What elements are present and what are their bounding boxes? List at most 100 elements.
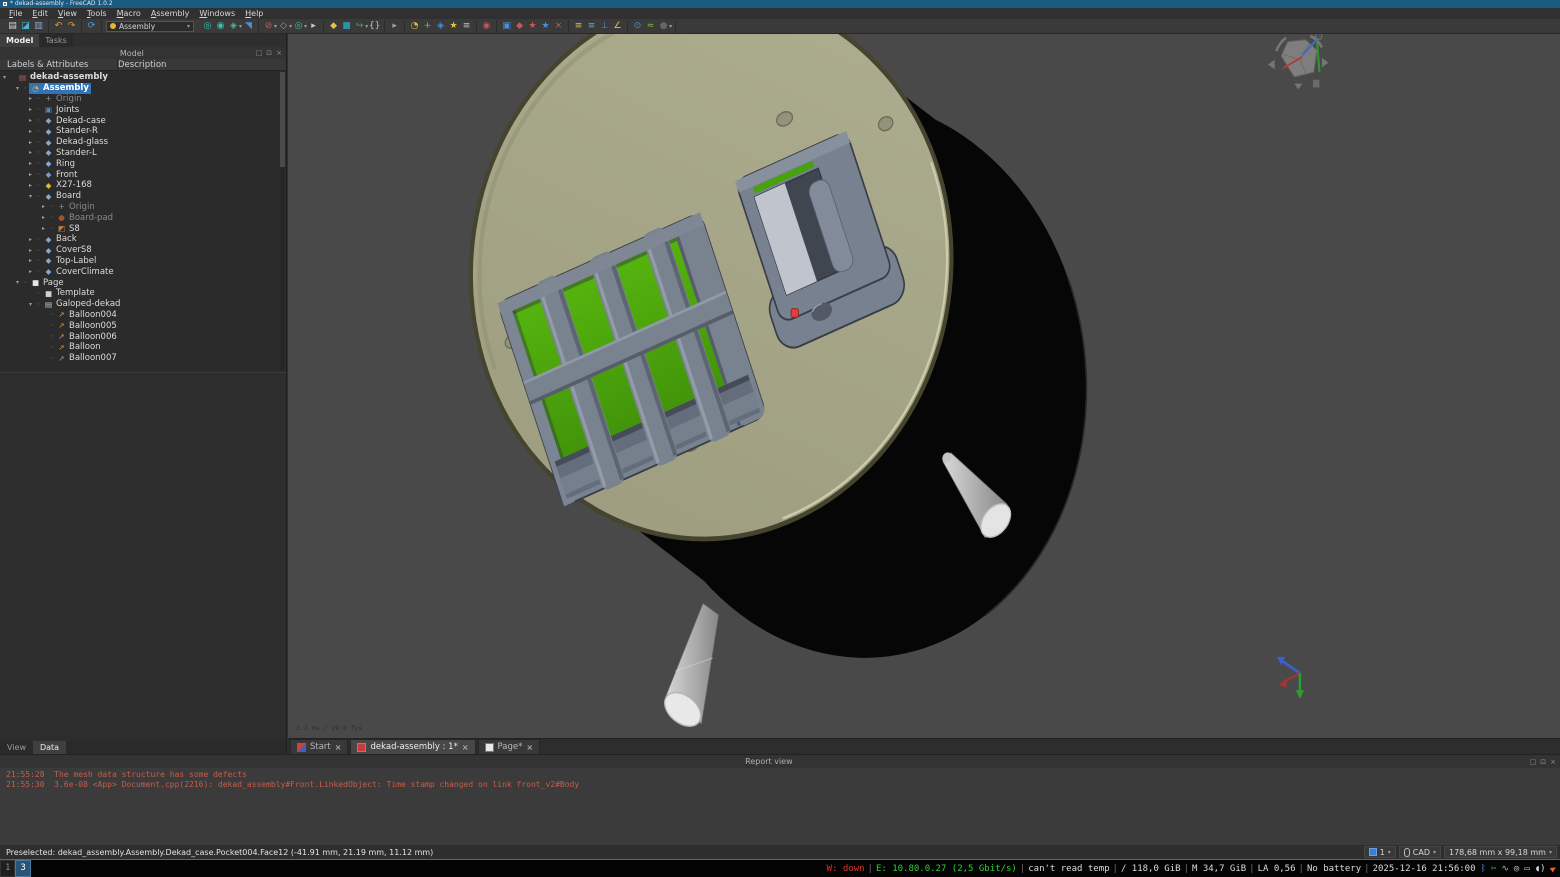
undo-icon[interactable]: ↶ bbox=[52, 20, 65, 33]
joint-cylindrical-icon[interactable]: ★ bbox=[526, 20, 539, 33]
solve-assembly-icon[interactable]: ◈ bbox=[434, 20, 447, 33]
save-document-icon[interactable]: ▥ bbox=[32, 20, 45, 33]
tree-item-dekad-case[interactable]: ▸◦◆Dekad-case bbox=[0, 115, 280, 126]
expander-closed-icon[interactable]: ▸ bbox=[26, 149, 35, 156]
tree-item-template[interactable]: ◦■Template bbox=[0, 288, 280, 299]
expander-open-icon[interactable]: ▾ bbox=[13, 279, 22, 286]
tree-scrollbar[interactable] bbox=[280, 72, 285, 370]
panel-float-icon[interactable]: □ bbox=[256, 49, 263, 57]
joint-ball-icon[interactable]: × bbox=[552, 20, 565, 33]
tree-item-galoped-dekad[interactable]: ▾◦▤Galoped-dekad bbox=[0, 299, 280, 310]
select-tool-icon[interactable]: ▸ bbox=[307, 20, 320, 33]
telegram-icon[interactable]: ▶ bbox=[1548, 863, 1558, 874]
expander-closed-icon[interactable]: ▸ bbox=[39, 203, 48, 210]
dimension-display[interactable]: 178,68 mm x 99,18 mm▾ bbox=[1444, 846, 1557, 858]
joint-perpendicular-icon[interactable]: ⊥ bbox=[598, 20, 611, 33]
bill-of-materials-icon[interactable]: ≡ bbox=[460, 20, 473, 33]
applet-icon[interactable]: ∿ bbox=[1501, 864, 1509, 874]
create-assembly-icon[interactable]: ◔ bbox=[408, 20, 421, 33]
bluetooth-icon[interactable]: ᛒ bbox=[1481, 864, 1486, 874]
clipboard-manager-icon[interactable]: ✂ bbox=[1491, 864, 1496, 874]
tree-item-stander-r[interactable]: ▸◦◆Stander-R bbox=[0, 126, 280, 137]
tree-item-s8[interactable]: ▸◦◩S8 bbox=[0, 223, 280, 234]
report-float-icon[interactable]: □ bbox=[1530, 758, 1537, 766]
expander-open-icon[interactable]: ▾ bbox=[13, 85, 22, 92]
chevron-down-icon[interactable]: ▾ bbox=[669, 23, 672, 30]
new-joint-icon[interactable]: ★ bbox=[447, 20, 460, 33]
volume-icon[interactable]: ◖) bbox=[1535, 864, 1546, 874]
expander-open-icon[interactable]: ▾ bbox=[0, 74, 9, 81]
workspace-1[interactable]: 1 bbox=[0, 860, 15, 877]
joint-angle-icon[interactable]: ∠ bbox=[611, 20, 624, 33]
tree-item-joints[interactable]: ▸◦▣Joints bbox=[0, 104, 280, 115]
tree-item-coverclimate[interactable]: ▸◦◆CoverClimate bbox=[0, 266, 280, 277]
open-document-icon[interactable]: ◪ bbox=[19, 20, 32, 33]
joint-parallel-icon[interactable]: ≡ bbox=[585, 20, 598, 33]
expander-closed-icon[interactable]: ▸ bbox=[26, 139, 35, 146]
tree-item-board[interactable]: ▾◦◆Board bbox=[0, 191, 280, 202]
workspace-3[interactable]: 3 bbox=[15, 860, 30, 877]
expander-open-icon[interactable]: ▾ bbox=[26, 301, 35, 308]
menu-file[interactable]: File bbox=[4, 8, 27, 19]
expander-closed-icon[interactable]: ▸ bbox=[26, 95, 35, 102]
tree-item-balloon007[interactable]: ◦↗Balloon007 bbox=[0, 353, 280, 364]
toggle-grounded-icon[interactable]: ◉ bbox=[480, 20, 493, 33]
menu-windows[interactable]: Windows bbox=[194, 8, 240, 19]
tab-data[interactable]: Data bbox=[33, 741, 66, 754]
tree-item-x27-168[interactable]: ▸◦◆X27-168 bbox=[0, 180, 280, 191]
tree-item-balloon[interactable]: ◦↗Balloon bbox=[0, 342, 280, 353]
menu-macro[interactable]: Macro bbox=[112, 8, 146, 19]
workbench-selector[interactable]: Assembly▾ bbox=[106, 21, 194, 32]
insert-component-icon[interactable]: + bbox=[421, 20, 434, 33]
new-document-icon[interactable]: ▤ bbox=[6, 20, 19, 33]
expander-closed-icon[interactable]: ▸ bbox=[26, 128, 35, 135]
tree-item-assembly[interactable]: ▾◦◔Assembly bbox=[0, 83, 280, 94]
panel-close-icon[interactable]: × bbox=[276, 49, 282, 57]
expander-closed-icon[interactable]: ▸ bbox=[26, 257, 35, 264]
column-labels-attributes[interactable]: Labels & Attributes bbox=[0, 59, 118, 70]
tab-view[interactable]: View bbox=[0, 741, 33, 754]
fit-selection-icon[interactable]: ◉ bbox=[214, 20, 227, 33]
tree-item-origin[interactable]: ▸◦+Origin bbox=[0, 94, 280, 105]
tree-item-top-label[interactable]: ▸◦◆Top-Label bbox=[0, 256, 280, 267]
part-box-icon[interactable]: ◆ bbox=[327, 20, 340, 33]
expander-closed-icon[interactable]: ▸ bbox=[26, 182, 35, 189]
expander-closed-icon[interactable]: ▸ bbox=[26, 268, 35, 275]
close-icon[interactable]: × bbox=[335, 743, 342, 752]
doc-tab-dekad-assembly-1[interactable]: dekad-assembly : 1*× bbox=[350, 739, 475, 754]
expression-icon[interactable]: {} bbox=[368, 20, 381, 33]
tab-tasks[interactable]: Tasks bbox=[39, 34, 72, 47]
make-group-icon[interactable]: ■ bbox=[340, 20, 353, 33]
close-icon[interactable]: × bbox=[462, 743, 469, 752]
expander-closed-icon[interactable]: ▸ bbox=[26, 160, 35, 167]
sync-status-icon[interactable]: ◎ bbox=[1514, 864, 1519, 874]
refresh-icon[interactable]: ⟳ bbox=[85, 20, 98, 33]
tree-item-dekad-glass[interactable]: ▸◦◆Dekad-glass bbox=[0, 137, 280, 148]
tree-item-ring[interactable]: ▸◦◆Ring bbox=[0, 158, 280, 169]
report-view-log[interactable]: 21:55:28 The mesh data structure has som… bbox=[0, 768, 1560, 845]
3d-viewport[interactable] bbox=[288, 34, 1560, 738]
expander-closed-icon[interactable]: ▸ bbox=[26, 171, 35, 178]
expander-closed-icon[interactable]: ▸ bbox=[26, 106, 35, 113]
expander-closed-icon[interactable]: ▸ bbox=[39, 214, 48, 221]
tree-item-front[interactable]: ▸◦◆Front bbox=[0, 169, 280, 180]
simulation-icon[interactable]: ≈ bbox=[644, 20, 657, 33]
menu-edit[interactable]: Edit bbox=[27, 8, 53, 19]
model-panel-header[interactable]: x Model □ ⊡ × bbox=[0, 47, 286, 59]
menu-view[interactable]: View bbox=[53, 8, 82, 19]
doc-tab-page[interactable]: Page*× bbox=[478, 739, 541, 754]
tree-item-stander-l[interactable]: ▸◦◆Stander-L bbox=[0, 148, 280, 159]
exploded-view-icon[interactable]: ⊙ bbox=[631, 20, 644, 33]
display-icon[interactable]: ▭ bbox=[1524, 864, 1529, 874]
tree-item-back[interactable]: ▸◦◆Back bbox=[0, 234, 280, 245]
view-flag-icon[interactable]: ◥ bbox=[242, 20, 255, 33]
layer-selector[interactable]: 1▾ bbox=[1364, 846, 1396, 858]
menu-tools[interactable]: Tools bbox=[82, 8, 112, 19]
tree-item-board-pad[interactable]: ▸◦●Board-pad bbox=[0, 212, 280, 223]
whats-this-icon[interactable]: ▸ bbox=[388, 20, 401, 33]
report-close-icon[interactable]: × bbox=[1550, 758, 1556, 766]
tree-item-balloon004[interactable]: ◦↗Balloon004 bbox=[0, 310, 280, 321]
panel-dock-icon[interactable]: ⊡ bbox=[266, 49, 272, 57]
expander-closed-icon[interactable]: ▸ bbox=[26, 117, 35, 124]
tree-item-balloon005[interactable]: ◦↗Balloon005 bbox=[0, 320, 280, 331]
